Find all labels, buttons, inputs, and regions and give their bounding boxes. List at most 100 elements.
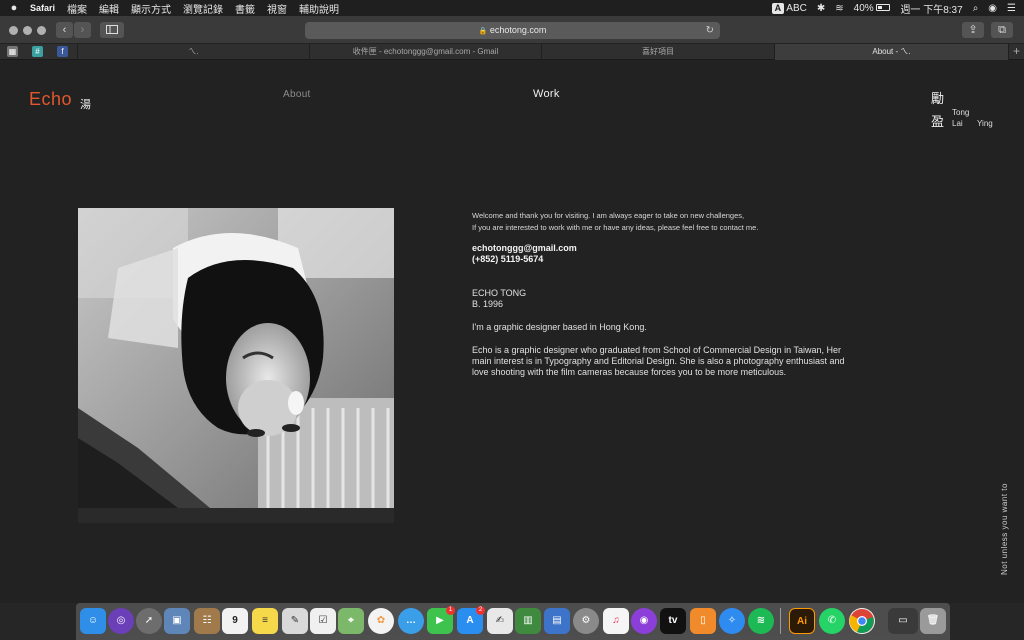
input-source-badge: A — [771, 2, 785, 14]
battery-icon — [876, 4, 891, 12]
calendar-icon[interactable]: 9 — [222, 608, 248, 634]
menu-window[interactable]: 視窗 — [267, 1, 287, 16]
tab-gmail[interactable]: 收件匣 - echotonggg@gmail.com - Gmail — [309, 44, 541, 60]
clock[interactable]: 週一 下午8:37 — [900, 1, 962, 16]
site-logo-cjk: 湯 — [80, 99, 91, 111]
illustrator-icon[interactable]: Ai — [789, 608, 815, 634]
preview-icon[interactable]: ▣ — [164, 608, 190, 634]
spotify-icon[interactable]: ≋ — [748, 608, 774, 634]
browser-toolbar: ‹ › 🔒 echotong.com ↻ ⇪ ⧉ — [0, 16, 1024, 44]
tab-favorites[interactable]: 喜好項目 — [541, 44, 774, 60]
finder-icon[interactable]: ☺ — [80, 608, 106, 634]
vertical-tagline: Not unless you want to — [1000, 483, 1009, 575]
notification-center-icon[interactable]: ☰ — [1007, 3, 1016, 14]
facetime-badge: 1 — [446, 606, 455, 615]
birth-year: B. 1996 — [472, 299, 504, 309]
bio-line-1: Echo is a graphic designer who graduated… — [472, 345, 842, 355]
trash-icon[interactable]: 🗑 — [920, 608, 946, 634]
launchpad-icon[interactable]: ➚ — [136, 608, 162, 634]
phone-link[interactable]: (+852) 5119-5674 — [472, 254, 543, 264]
keynote-icon[interactable]: ▤ — [544, 608, 570, 634]
app-store-badge: 2 — [476, 606, 485, 615]
welcome-line-2: If you are interested to work with me or… — [472, 223, 759, 232]
address-bar[interactable]: 🔒 echotong.com ↻ — [305, 22, 720, 39]
numbers-icon[interactable]: ▥ — [515, 608, 541, 634]
menu-app-name[interactable]: Safari — [30, 3, 55, 13]
forward-button[interactable]: › — [74, 22, 91, 38]
site-logo[interactable]: Echo — [29, 89, 72, 110]
chrome-icon[interactable] — [849, 608, 875, 634]
spotlight-icon[interactable]: ⌕ — [973, 3, 979, 14]
input-source-label: ABC — [786, 2, 807, 14]
side-name-latin-1: Tong — [952, 108, 970, 117]
notes-icon[interactable]: ≡ — [252, 608, 278, 634]
nav-about-link[interactable]: About — [283, 89, 311, 100]
textedit-icon[interactable]: ✍ — [487, 608, 513, 634]
maps-icon[interactable]: ⌖ — [338, 608, 364, 634]
tab-home[interactable]: ㄟ. — [77, 44, 309, 60]
zoom-window-icon[interactable] — [37, 26, 46, 35]
menu-view[interactable]: 顯示方式 — [131, 1, 171, 16]
share-icon: ⇪ — [968, 24, 978, 36]
tab-about[interactable]: About - ㄟ. — [774, 44, 1008, 60]
bluetooth-icon[interactable]: ✱ — [817, 3, 825, 14]
screen: ● Safari 檔案 編輯 顯示方式 瀏覽記錄 書籤 視窗 輔助說明 A AB… — [0, 0, 1024, 640]
sidebar-icon — [106, 25, 118, 34]
battery-status[interactable]: 40% — [854, 3, 891, 14]
nav-work-link[interactable]: Work — [533, 88, 560, 100]
url-text: echotong.com — [489, 25, 547, 35]
chrome-logo-icon — [849, 609, 874, 633]
apple-tv-icon[interactable]: tv — [660, 608, 686, 634]
intro-text: I'm a graphic designer based in Hong Kon… — [472, 322, 647, 332]
tab-overview-button[interactable]: ⧉ — [991, 22, 1013, 38]
battery-percent: 40% — [853, 2, 874, 14]
menu-history[interactable]: 瀏覽記錄 — [183, 1, 223, 16]
minimize-window-icon[interactable] — [23, 26, 32, 35]
share-button[interactable]: ⇪ — [962, 22, 984, 38]
menu-edit[interactable]: 編輯 — [99, 1, 119, 16]
new-tab-button[interactable]: + — [1008, 44, 1024, 60]
back-button[interactable]: ‹ — [56, 22, 73, 38]
facebook-icon[interactable]: f — [57, 46, 68, 57]
books-icon[interactable]: ▯ — [690, 608, 716, 634]
recent-window-thumbnail[interactable]: ▭ — [888, 608, 918, 634]
menu-file[interactable]: 檔案 — [67, 1, 87, 16]
portrait-photo — [78, 208, 394, 523]
reload-icon[interactable]: ↻ — [706, 22, 714, 39]
wifi-icon[interactable]: ≋ — [835, 3, 843, 14]
whatsapp-icon[interactable]: ✆ — [819, 608, 845, 634]
tabs-icon: ⧉ — [998, 24, 1006, 36]
siri-app-icon[interactable]: ◎ — [108, 608, 134, 634]
side-name-cjk-1: 勵 — [931, 91, 945, 106]
welcome-line-1: Welcome and thank you for visiting. I am… — [472, 211, 745, 220]
bio-line-2: main interest is in Typography and Edito… — [472, 356, 845, 366]
music-icon[interactable]: ♫ — [603, 608, 629, 634]
side-name-latin-2: Lai — [952, 119, 963, 128]
side-name-cjk-2: 盈 — [931, 114, 945, 129]
menu-help[interactable]: 輔助說明 — [299, 1, 339, 16]
podcasts-icon[interactable]: ◉ — [631, 608, 657, 634]
script-editor-icon[interactable]: ✎ — [282, 608, 308, 634]
apple-menu-icon[interactable]: ● — [8, 2, 20, 14]
reminders-icon[interactable]: ☑ — [310, 608, 336, 634]
email-link[interactable]: echotonggg@gmail.com — [472, 243, 577, 253]
safari-icon[interactable]: ✧ — [719, 608, 745, 634]
sidebar-toggle-button[interactable] — [100, 22, 124, 38]
system-preferences-icon[interactable]: ⚙ — [573, 608, 599, 634]
input-source[interactable]: A ABC — [771, 2, 807, 14]
portrait-image — [78, 208, 394, 523]
bio-line-3: love shooting with the film cameras beca… — [472, 367, 787, 377]
lock-icon: 🔒 — [478, 28, 488, 35]
messages-icon[interactable]: … — [398, 608, 424, 634]
side-name-latin-3: Ying — [977, 119, 993, 128]
siri-icon[interactable]: ◉ — [988, 3, 997, 14]
dock-separator — [780, 608, 781, 634]
photos-icon[interactable]: ✿ — [368, 608, 394, 634]
status-area: A ABC ✱ ≋ 40% 週一 下午8:37 ⌕ ◉ ☰ — [771, 1, 1016, 16]
pinned-tab-1-icon[interactable]: ▦ — [7, 46, 18, 57]
close-window-icon[interactable] — [9, 26, 18, 35]
contacts-icon[interactable]: ☷ — [194, 608, 220, 634]
pinned-tab-2-icon[interactable]: # — [32, 46, 43, 57]
tab-bar: ▦ # f ㄟ. 收件匣 - echotonggg@gmail.com - Gm… — [0, 44, 1024, 60]
menu-bookmarks[interactable]: 書籤 — [235, 1, 255, 16]
